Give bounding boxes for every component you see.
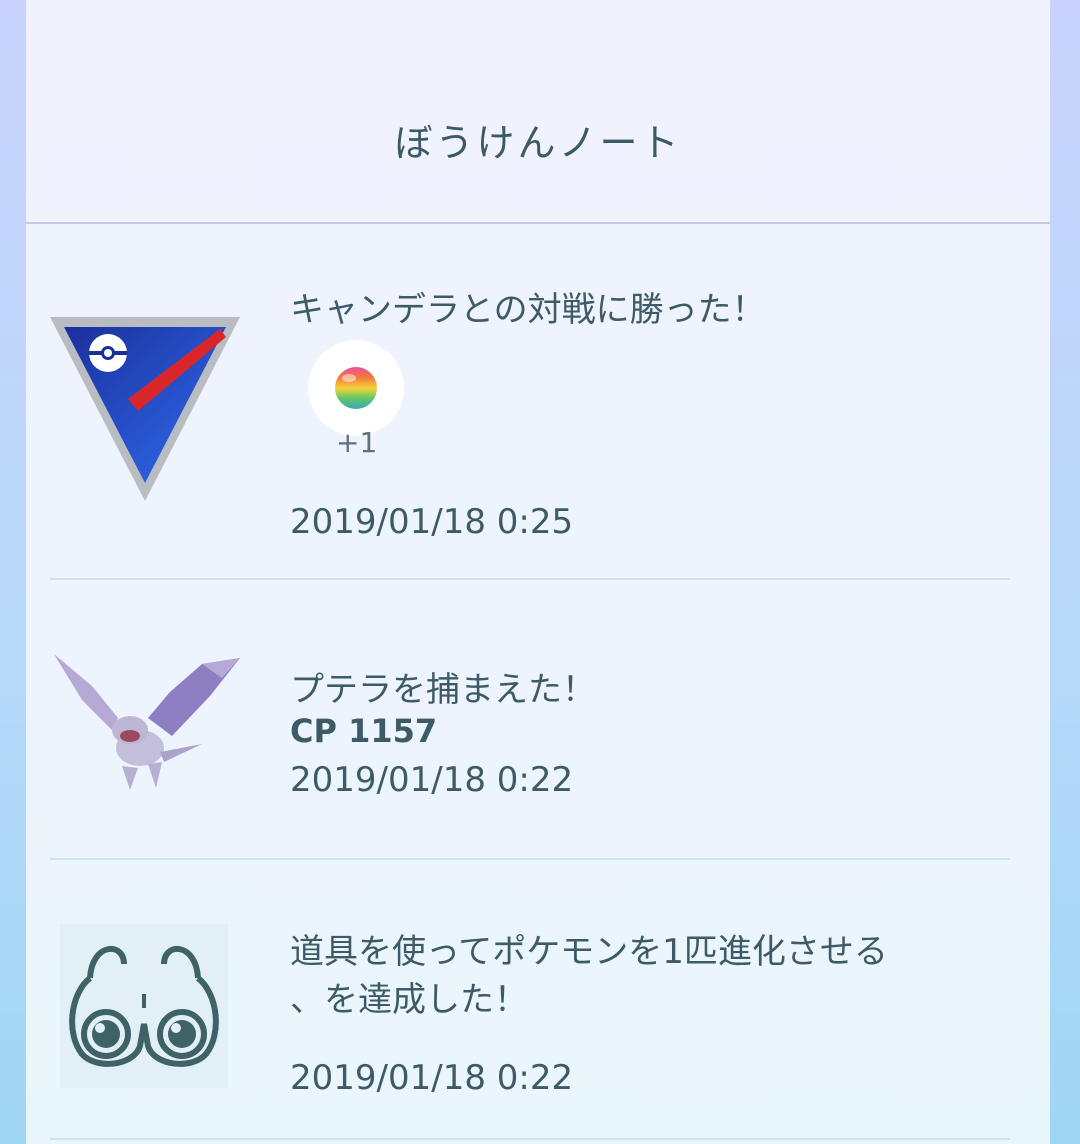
page-title: ぼうけんノート [394,121,682,165]
divider [50,858,1010,860]
journal-header: ぼうけんノート [26,0,1050,224]
divider [50,578,1010,580]
entry-date: 2019/01/18 0:22 [290,760,574,800]
journal-panel: ぼうけんノート キャンデラとの対戦に勝った！ +1 2019/01/18 0:2… [26,0,1050,1144]
entry-title-line1: 道具を使ってポケモンを1匹進化させる [290,932,888,972]
entry-date: 2019/01/18 0:22 [290,1058,574,1098]
binoculars-icon [60,924,228,1088]
entry-date: 2019/01/18 0:25 [290,502,574,542]
entry-title: プテラを捕まえた！ [290,670,596,710]
reward-bubble [308,340,404,436]
great-league-icon [48,315,242,509]
divider [50,1138,1010,1140]
aerodactyl-icon [52,648,242,800]
entry-title-line2: 、を達成した！ [290,980,528,1020]
cp-value: CP 1157 [290,712,438,750]
entry-title: キャンデラとの対戦に勝った！ [290,290,766,330]
reward-count: +1 [336,426,378,459]
rare-candy-icon [335,367,377,409]
